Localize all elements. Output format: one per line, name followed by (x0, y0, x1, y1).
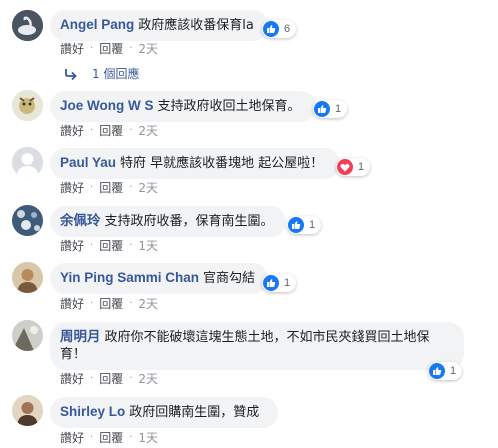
separator: · (90, 125, 94, 136)
reaction-badge[interactable]: 1 (313, 100, 348, 118)
reaction-count: 1 (284, 277, 291, 289)
comment-actions: 讚好 · 回覆 · 2天 (60, 122, 158, 139)
like-icon (288, 217, 304, 233)
comment-text: 支持政府收番，保育南生圍。 (104, 214, 274, 229)
comment-bubble: Paul Yau 特府 早就應該收番塊地 起公屋啦！ (50, 148, 340, 179)
like-link[interactable]: 讚好 (60, 429, 84, 446)
reaction-badge[interactable]: 6 (262, 20, 297, 38)
comment-actions: 讚好 · 回覆 · 2天 (60, 370, 158, 387)
comment-bubble: 周明月 政府你不能破壞這塊生態土地，不如市民夾錢買回土地保育！ (50, 322, 464, 370)
timestamp[interactable]: 2天 (138, 40, 158, 57)
comment-text: 支持政府收回土地保育。 (157, 99, 301, 114)
separator: · (90, 240, 94, 251)
like-link[interactable]: 讚好 (60, 237, 84, 254)
comment-thread: Angel Pang 政府應該收番保育la 6 讚好 · 回覆 · 2天 1 個回… (0, 0, 498, 448)
separator: · (129, 373, 133, 384)
heart-icon (337, 159, 353, 175)
like-link[interactable]: 讚好 (60, 179, 84, 196)
separator: · (129, 240, 133, 251)
reaction-count: 6 (284, 23, 291, 35)
author-name[interactable]: Joe Wong W S (60, 98, 154, 113)
comment-actions: 讚好 · 回覆 · 1天 (60, 237, 158, 254)
separator: · (90, 373, 94, 384)
reply-link[interactable]: 回覆 (99, 179, 123, 196)
comment-text: 特府 早就應該收番塊地 起公屋啦！ (120, 156, 324, 171)
comment-bubble: Shirley Lo 政府回購南生圍，贊成 (50, 397, 278, 428)
separator: · (90, 432, 94, 443)
separator: · (90, 298, 94, 309)
avatar[interactable] (12, 90, 43, 121)
timestamp[interactable]: 2天 (138, 370, 158, 387)
reaction-count: 1 (358, 161, 365, 173)
avatar-photo-image (12, 395, 43, 426)
avatar[interactable] (12, 205, 43, 236)
reply-link[interactable]: 回覆 (99, 370, 123, 387)
avatar-photo-image (12, 320, 43, 351)
comment-text: 官商勾結 (203, 271, 256, 286)
comment-text: 政府你不能破壞這塊生態土地，不如市民夾錢買回土地保育！ (60, 330, 430, 362)
view-replies-link[interactable]: 1 個回應 (64, 65, 139, 82)
reply-arrow-icon (65, 68, 77, 80)
author-name[interactable]: Yin Ping Sammi Chan (60, 270, 199, 285)
like-link[interactable]: 讚好 (60, 122, 84, 139)
author-name[interactable]: Paul Yau (60, 155, 116, 170)
avatar-cartoon-image (12, 90, 43, 121)
reaction-count: 1 (309, 219, 316, 231)
like-icon (429, 363, 445, 379)
author-name[interactable]: Shirley Lo (60, 404, 125, 419)
avatar-photo-image (12, 262, 43, 293)
reaction-badge[interactable]: 1 (262, 274, 297, 292)
like-link[interactable]: 讚好 (60, 295, 84, 312)
comment-text: 政府回購南生圍，贊成 (129, 405, 260, 420)
comment-actions: 讚好 · 回覆 · 1天 (60, 429, 158, 446)
author-name[interactable]: Angel Pang (60, 17, 134, 32)
avatar-swan-image (12, 10, 43, 41)
author-name[interactable]: 周明月 (60, 329, 101, 344)
timestamp[interactable]: 1天 (138, 237, 158, 254)
reply-link[interactable]: 回覆 (99, 237, 123, 254)
avatar[interactable] (12, 320, 43, 351)
reaction-count: 1 (450, 365, 457, 377)
avatar[interactable] (12, 395, 43, 426)
reply-link[interactable]: 回覆 (99, 295, 123, 312)
comment-text: 政府應該收番保育la (138, 18, 254, 33)
reply-link[interactable]: 回覆 (99, 40, 123, 57)
comment-bubble: Yin Ping Sammi Chan 官商勾結 (50, 263, 268, 294)
avatar[interactable] (12, 10, 43, 41)
reply-link[interactable]: 回覆 (99, 122, 123, 139)
timestamp[interactable]: 1天 (138, 429, 158, 446)
comment-bubble: Angel Pang 政府應該收番保育la (50, 10, 268, 41)
reaction-count: 1 (335, 103, 342, 115)
timestamp[interactable]: 2天 (138, 179, 158, 196)
replies-count: 1 個回應 (92, 67, 140, 81)
reaction-badge[interactable]: 1 (336, 158, 371, 176)
separator: · (90, 43, 94, 54)
comment-actions: 讚好 · 回覆 · 2天 (60, 179, 158, 196)
separator: · (129, 298, 133, 309)
avatar[interactable] (12, 147, 43, 178)
separator: · (129, 182, 133, 193)
comment-bubble: Joe Wong W S 支持政府收回土地保育。 (50, 91, 316, 122)
comment-bubble: 余佩玲 支持政府收番，保育南生圍。 (50, 206, 286, 237)
reaction-badge[interactable]: 1 (287, 216, 322, 234)
author-name[interactable]: 余佩玲 (60, 213, 101, 228)
like-icon (263, 21, 279, 37)
like-link[interactable]: 讚好 (60, 40, 84, 57)
separator: · (129, 125, 133, 136)
separator: · (90, 182, 94, 193)
reply-link[interactable]: 回覆 (99, 429, 123, 446)
like-link[interactable]: 讚好 (60, 370, 84, 387)
timestamp[interactable]: 2天 (138, 122, 158, 139)
separator: · (129, 43, 133, 54)
timestamp[interactable]: 2天 (138, 295, 158, 312)
like-icon (263, 275, 279, 291)
avatar-pattern-image (12, 205, 43, 236)
comment-actions: 讚好 · 回覆 · 2天 (60, 295, 158, 312)
avatar[interactable] (12, 262, 43, 293)
separator: · (129, 432, 133, 443)
comment-actions: 讚好 · 回覆 · 2天 (60, 40, 158, 57)
reaction-badge[interactable]: 1 (428, 362, 463, 380)
like-icon (314, 101, 330, 117)
default-avatar-icon (12, 147, 43, 178)
